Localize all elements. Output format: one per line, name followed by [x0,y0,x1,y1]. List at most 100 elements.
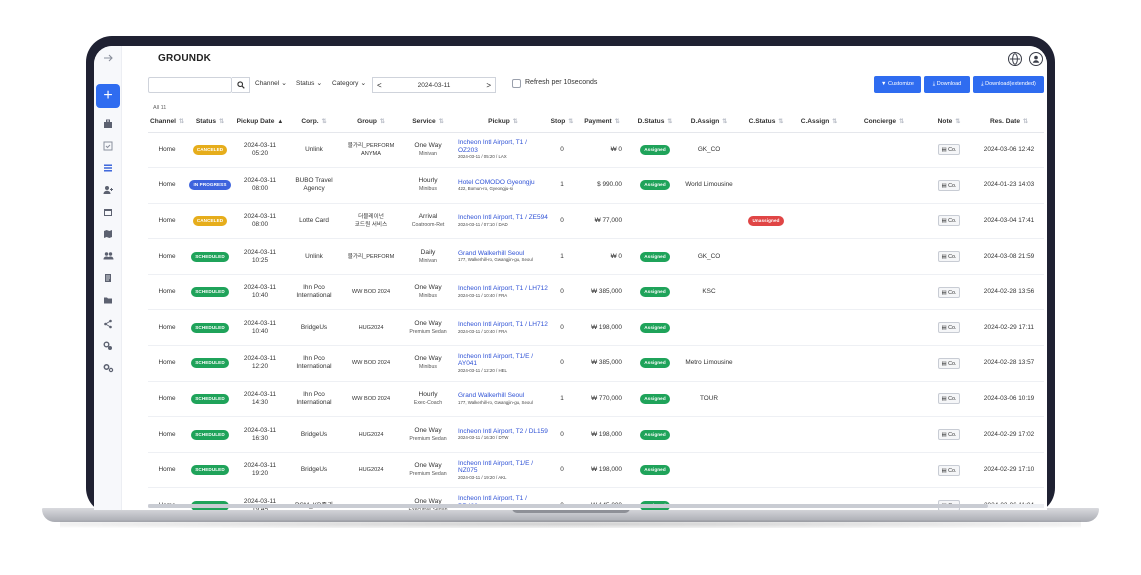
pickup-location-link[interactable]: Hotel COMODO Gyeongju [458,179,548,187]
sort-icon[interactable]: ⇅ [955,119,960,125]
column-header[interactable]: Note ⇅ [924,112,974,133]
sort-icon[interactable]: ⇅ [439,119,444,125]
horizontal-scrollbar[interactable] [148,504,1044,508]
sort-icon[interactable]: ⇅ [380,119,385,125]
note-button[interactable]: ▤ Co. [937,179,961,191]
table-row[interactable]: Home SCHEDULED 2024-03-11 10:40 BridgeUs HUG2… [148,309,1044,347]
list-icon[interactable] [100,162,116,178]
sort-icon[interactable]: ⇅ [568,119,573,125]
column-header[interactable]: Service ⇅ [400,112,456,133]
table-cell: Assigned [630,238,680,275]
table-row[interactable]: Home CANCELED 2024-03-11 08:00 Lotte Card 더블레… [148,203,1044,240]
sort-icon[interactable]: ⇅ [179,119,184,125]
column-header[interactable]: Group ⇅ [342,112,400,133]
column-header[interactable]: Stop ⇅ [550,112,574,133]
pickup-location-link[interactable]: Incheon Intl Airport, T1 / ZE594 [458,214,548,222]
briefcase-icon[interactable] [100,118,116,134]
channel-dropdown[interactable]: Channel [255,79,287,87]
note-button[interactable]: ▤ Co. [937,286,961,298]
sort-icon[interactable]: ⇅ [1023,119,1028,125]
stop-count: 0 [560,216,564,224]
note-button[interactable]: ▤ Co. [937,393,961,405]
table-cell: Assigned [630,132,680,169]
pickup-location-link[interactable]: Incheon Intl Airport, T1/E / NZ075 [458,460,548,475]
column-header[interactable]: C.Status ⇅ [738,112,794,133]
sort-icon[interactable]: ⇅ [615,119,620,125]
pickup-location-link[interactable]: Grand Walkerhill Seoul [458,392,548,400]
pickup-location-link[interactable]: Grand Walkerhill Seoul [458,250,548,258]
column-header[interactable]: C.Assign ⇅ [794,112,844,133]
column-header[interactable]: Corp. ⇅ [286,112,342,133]
column-header[interactable]: Concierge ⇅ [844,112,924,133]
column-header[interactable]: Res. Date ⇅ [974,112,1044,133]
table-row[interactable]: Home SCHEDULED 2024-03-11 14:30 Ihn Pco Inte… [148,381,1044,418]
calendar-icon[interactable] [100,206,116,222]
sort-icon[interactable]: ⇅ [667,119,672,125]
pickup-location-link[interactable]: Incheon Intl Airport, T1 / LH712 [458,285,548,293]
checkbox-icon[interactable] [100,140,116,156]
table-row[interactable]: Home SCHEDULED 2024-03-11 12:20 Ihn Pco Inte… [148,345,1044,382]
table-row[interactable]: Home SCHEDULED 2024-03-11 16:30 BridgeUs HUG2… [148,416,1044,453]
prev-date-button[interactable]: < [377,78,382,93]
table-row[interactable]: Home SCHEDULED 2024-03-11 10:25 Unlink 블가리_PE… [148,238,1044,275]
download-button[interactable]: ⤓ Download [924,76,970,93]
pickup-location-link[interactable]: Incheon Intl Airport, T1/E / AY041 [458,353,548,368]
folder-icon[interactable] [100,294,116,310]
note-button[interactable]: ▤ Co. [937,215,961,227]
pickup-location-link[interactable]: Incheon Intl Airport, T2 / DL159 [458,428,548,436]
pickup-location-link[interactable]: Incheon Intl Airport, T1 / LH712 [458,321,548,329]
sort-icon[interactable]: ⇅ [899,119,904,125]
scrollbar-thumb[interactable] [148,504,988,508]
note-button[interactable]: ▤ Co. [937,357,961,369]
column-header[interactable]: Channel ⇅ [148,112,186,133]
note-button[interactable]: ▤ Co. [937,144,961,156]
sort-icon[interactable]: ⇅ [219,119,224,125]
note-button[interactable]: ▤ Co. [937,429,961,441]
next-date-button[interactable]: > [486,78,491,93]
refresh-checkbox[interactable] [512,79,521,88]
status-badge: SCHEDULED [191,429,229,440]
service-type: One Way [414,284,442,292]
users-icon[interactable] [100,250,116,266]
payment-amount: ₩ 770,000 [591,394,622,402]
sort-icon[interactable]: ⇅ [722,119,727,125]
note-button[interactable]: ▤ Co. [937,322,961,334]
map-icon[interactable] [100,228,116,244]
download-extended-button[interactable]: ⤓ Download(extended) [973,76,1044,93]
status-dropdown[interactable]: Status [296,79,322,87]
table-row[interactable]: Home CANCELED 2024-03-11 05:20 Unlink 블가리_PER… [148,132,1044,169]
share-icon[interactable] [100,318,116,334]
table-row[interactable]: Home IN PROGRESS 2024-03-11 08:00 BUBO Trave… [148,167,1044,204]
sort-icon[interactable]: ▲ [277,119,283,125]
add-button[interactable]: + [96,84,120,108]
note-button[interactable]: ▤ Co. [937,464,961,476]
column-header[interactable]: Pickup Date ▲ [234,112,286,133]
sort-icon[interactable]: ⇅ [778,119,783,125]
transfer-icon[interactable] [100,340,116,356]
category-dropdown[interactable]: Category [332,79,366,87]
note-button[interactable]: ▤ Co. [937,251,961,263]
arrow-right-icon[interactable] [100,52,116,68]
date-picker[interactable]: < 2024-03-11 > [372,77,496,93]
sort-icon[interactable]: ⇅ [322,119,327,125]
user-account-icon[interactable] [1029,52,1043,66]
globe-icon[interactable] [1008,52,1022,66]
pickup-detail: 422, Bomun-ro, Gyeongju-si [458,186,513,192]
customize-button[interactable]: ▼ Customize [874,76,921,93]
sort-icon[interactable]: ⇅ [832,119,837,125]
column-header[interactable]: Status ⇅ [186,112,234,133]
search-button[interactable] [232,77,250,93]
column-header[interactable]: Pickup ⇅ [456,112,550,133]
column-header[interactable]: D.Status ⇅ [630,112,680,133]
table-row[interactable]: Home SCHEDULED 2024-03-11 19:20 BridgeUs HUG2… [148,452,1044,489]
column-header[interactable]: Payment ⇅ [574,112,630,133]
search-input[interactable] [148,77,232,93]
table-cell: $ 990.00 [574,167,630,204]
settings-icon[interactable] [100,362,116,378]
table-row[interactable]: Home SCHEDULED 2024-03-11 10:40 Ihn Pco Inte… [148,274,1044,311]
user-add-icon[interactable] [100,184,116,200]
document-icon[interactable] [100,272,116,288]
column-header[interactable]: D.Assign ⇅ [680,112,738,133]
pickup-location-link[interactable]: Incheon Intl Airport, T1 / OZ203 [458,139,548,154]
sort-icon[interactable]: ⇅ [513,119,518,125]
